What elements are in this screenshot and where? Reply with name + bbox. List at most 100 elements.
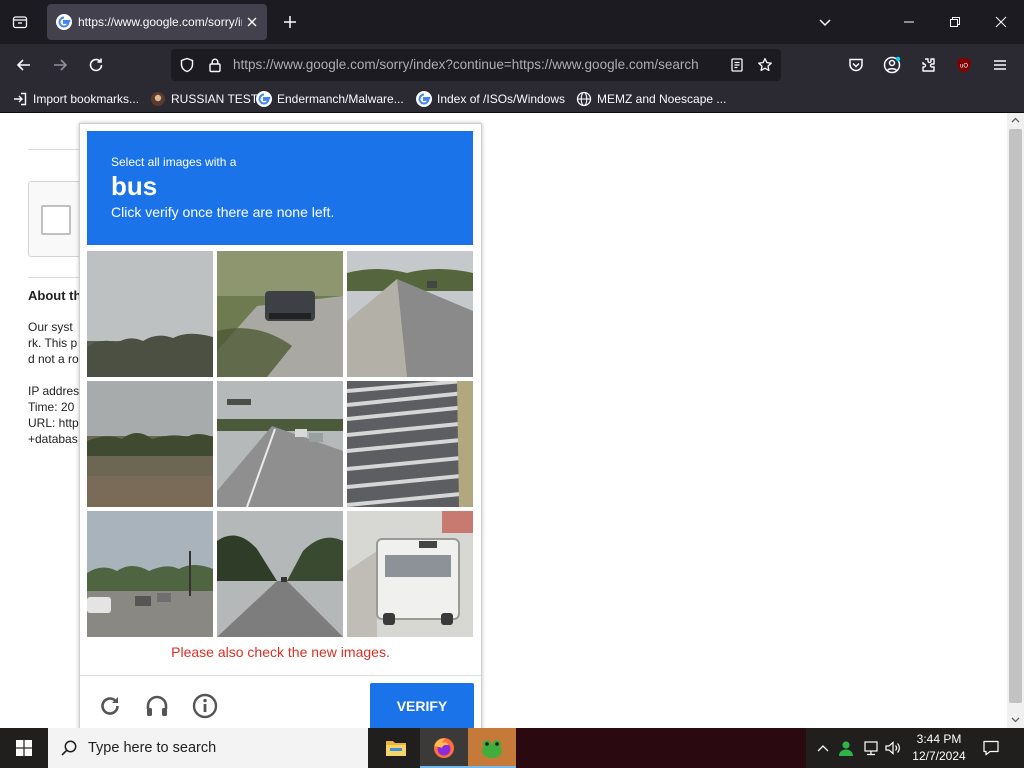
tile-image <box>217 251 343 377</box>
search-placeholder: Type here to search <box>88 740 217 756</box>
page-text: Our syst <box>28 320 73 334</box>
reader-view-icon[interactable] <box>727 55 747 75</box>
frog-app-icon <box>482 740 502 758</box>
windows-logo-icon <box>16 740 32 756</box>
image-tile[interactable] <box>87 381 213 507</box>
chevron-up-icon[interactable] <box>814 738 832 758</box>
menu-icon[interactable] <box>988 53 1012 77</box>
bookmark-label: MEMZ and Noescape ... <box>597 92 727 106</box>
reload-icon[interactable] <box>84 53 108 77</box>
bookmark-star-icon[interactable] <box>755 55 775 75</box>
minimize-icon[interactable] <box>896 10 922 34</box>
image-tile[interactable] <box>347 381 473 507</box>
chevron-down-icon[interactable] <box>813 10 837 34</box>
reload-challenge-icon[interactable] <box>96 692 124 720</box>
bookmark-import[interactable]: Import bookmarks... <box>12 90 139 108</box>
challenge-header: Select all images with a bus Click verif… <box>87 131 473 245</box>
bookmarks-toolbar: Import bookmarks... RUSSIAN TEST Enderma… <box>0 86 1024 113</box>
tracking-protection-shield-icon[interactable] <box>177 55 197 75</box>
back-icon[interactable] <box>12 53 36 77</box>
svg-text:uO: uO <box>960 64 968 70</box>
clock-date: 12/7/2024 <box>912 749 966 763</box>
scroll-up-icon[interactable] <box>1011 117 1020 123</box>
ublock-origin-icon[interactable]: uO <box>952 53 976 77</box>
taskbar-clock[interactable]: 3:44 PM 12/7/2024 <box>904 731 974 765</box>
tile-image <box>347 511 473 637</box>
bookmark-label: Endermanch/Malware... <box>277 92 404 106</box>
image-tile[interactable] <box>217 381 343 507</box>
site-icon <box>151 92 165 106</box>
error-message: Please also check the new images. <box>171 644 390 660</box>
import-icon <box>14 92 27 106</box>
audio-challenge-icon[interactable] <box>143 692 171 720</box>
url-text[interactable]: https://www.google.com/sorry/index?conti… <box>233 57 717 72</box>
clock-time: 3:44 PM <box>916 732 962 746</box>
taskbar-search-box[interactable]: Type here to search <box>48 728 368 768</box>
globe-icon <box>576 91 592 107</box>
extensions-icon[interactable] <box>916 53 940 77</box>
info-icon[interactable] <box>191 692 219 720</box>
tab-google-sorry[interactable]: https://www.google.com/sorry/index?conti… <box>47 4 267 40</box>
forward-icon[interactable] <box>48 53 72 77</box>
close-tab-icon[interactable] <box>244 14 260 30</box>
account-icon[interactable] <box>880 53 904 77</box>
bookmark-memz[interactable]: MEMZ and Noescape ... <box>576 90 726 108</box>
bookmark-endermanch[interactable]: Endermanch/Malware... <box>256 90 404 108</box>
notification-icon[interactable] <box>978 736 1004 760</box>
bookmark-index-isos[interactable]: Index of /ISOs/Windows <box>416 90 565 108</box>
page-text: rk. This p <box>28 336 78 350</box>
image-tile[interactable] <box>347 511 473 637</box>
firefox-taskbar-item[interactable] <box>420 728 468 768</box>
image-grid <box>87 251 473 637</box>
list-all-tabs-icon[interactable] <box>6 10 34 34</box>
folder-icon <box>386 741 406 756</box>
lock-icon[interactable] <box>205 55 225 75</box>
page-text: URL: http <box>28 416 79 430</box>
tile-image <box>347 381 473 507</box>
bookmark-label: Import bookmarks... <box>33 92 140 106</box>
tile-image <box>87 251 213 377</box>
close-window-icon[interactable] <box>988 10 1014 34</box>
start-button[interactable] <box>0 728 48 768</box>
tile-image <box>87 511 213 637</box>
taskbar-wallpaper-strip <box>516 728 806 768</box>
windows-taskbar: Type here to search 3:44 PM 12/7/2024 <box>0 728 1024 768</box>
app-taskbar-item[interactable] <box>468 728 516 768</box>
image-tile[interactable] <box>217 251 343 377</box>
image-tile[interactable] <box>347 251 473 377</box>
user-tray-icon[interactable] <box>836 738 856 758</box>
verify-button[interactable]: VERIFY <box>370 683 474 729</box>
pocket-icon[interactable] <box>844 53 868 77</box>
scrollbar-thumb[interactable] <box>1009 129 1022 703</box>
bookmark-russian-test[interactable]: RUSSIAN TEST <box>150 90 258 108</box>
page-text: Time: 20 <box>28 400 75 414</box>
search-icon <box>61 740 77 756</box>
new-tab-icon[interactable] <box>278 10 302 34</box>
url-bar[interactable]: https://www.google.com/sorry/index?conti… <box>171 49 781 81</box>
tab-strip: https://www.google.com/sorry/index?conti… <box>0 0 1024 44</box>
tile-image <box>217 511 343 637</box>
tile-image <box>217 381 343 507</box>
bookmark-label: RUSSIAN TEST <box>171 92 259 106</box>
recaptcha-challenge-dialog: Select all images with a bus Click verif… <box>79 123 482 730</box>
challenge-instruction: Select all images with a <box>111 155 237 169</box>
network-icon[interactable] <box>861 738 881 758</box>
page-scrollbar[interactable] <box>1007 113 1024 728</box>
image-tile[interactable] <box>217 511 343 637</box>
firefox-icon <box>434 738 454 758</box>
tab-title: https://www.google.com/sorry/index?conti… <box>78 15 242 29</box>
page-text: d not a ro <box>28 352 79 366</box>
about-heading: About th <box>28 288 82 303</box>
challenge-subtext: Click verify once there are none left. <box>111 204 335 220</box>
volume-icon[interactable] <box>883 738 903 758</box>
tile-image <box>347 251 473 377</box>
restore-icon[interactable] <box>942 10 968 34</box>
image-tile[interactable] <box>87 511 213 637</box>
google-icon <box>256 91 272 107</box>
image-tile[interactable] <box>87 251 213 377</box>
file-explorer-taskbar-item[interactable] <box>372 728 420 768</box>
scroll-down-icon[interactable] <box>1011 717 1020 723</box>
recaptcha-checkbox[interactable] <box>41 205 71 235</box>
page-text: IP addres <box>28 384 80 398</box>
google-icon <box>416 91 432 107</box>
